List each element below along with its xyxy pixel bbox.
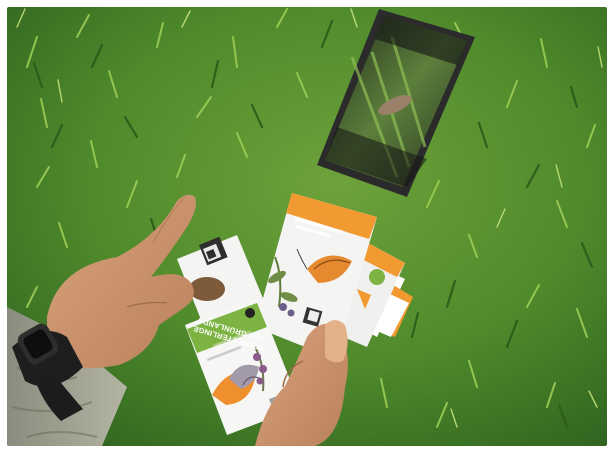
scene-photo	[7, 7, 607, 446]
photo-frame: SCHMETTERLINGE DES GRÜNLANDS	[7, 7, 607, 446]
green-logo-icon	[369, 269, 385, 285]
butterfly-left	[189, 277, 225, 301]
card-hole	[245, 308, 255, 318]
